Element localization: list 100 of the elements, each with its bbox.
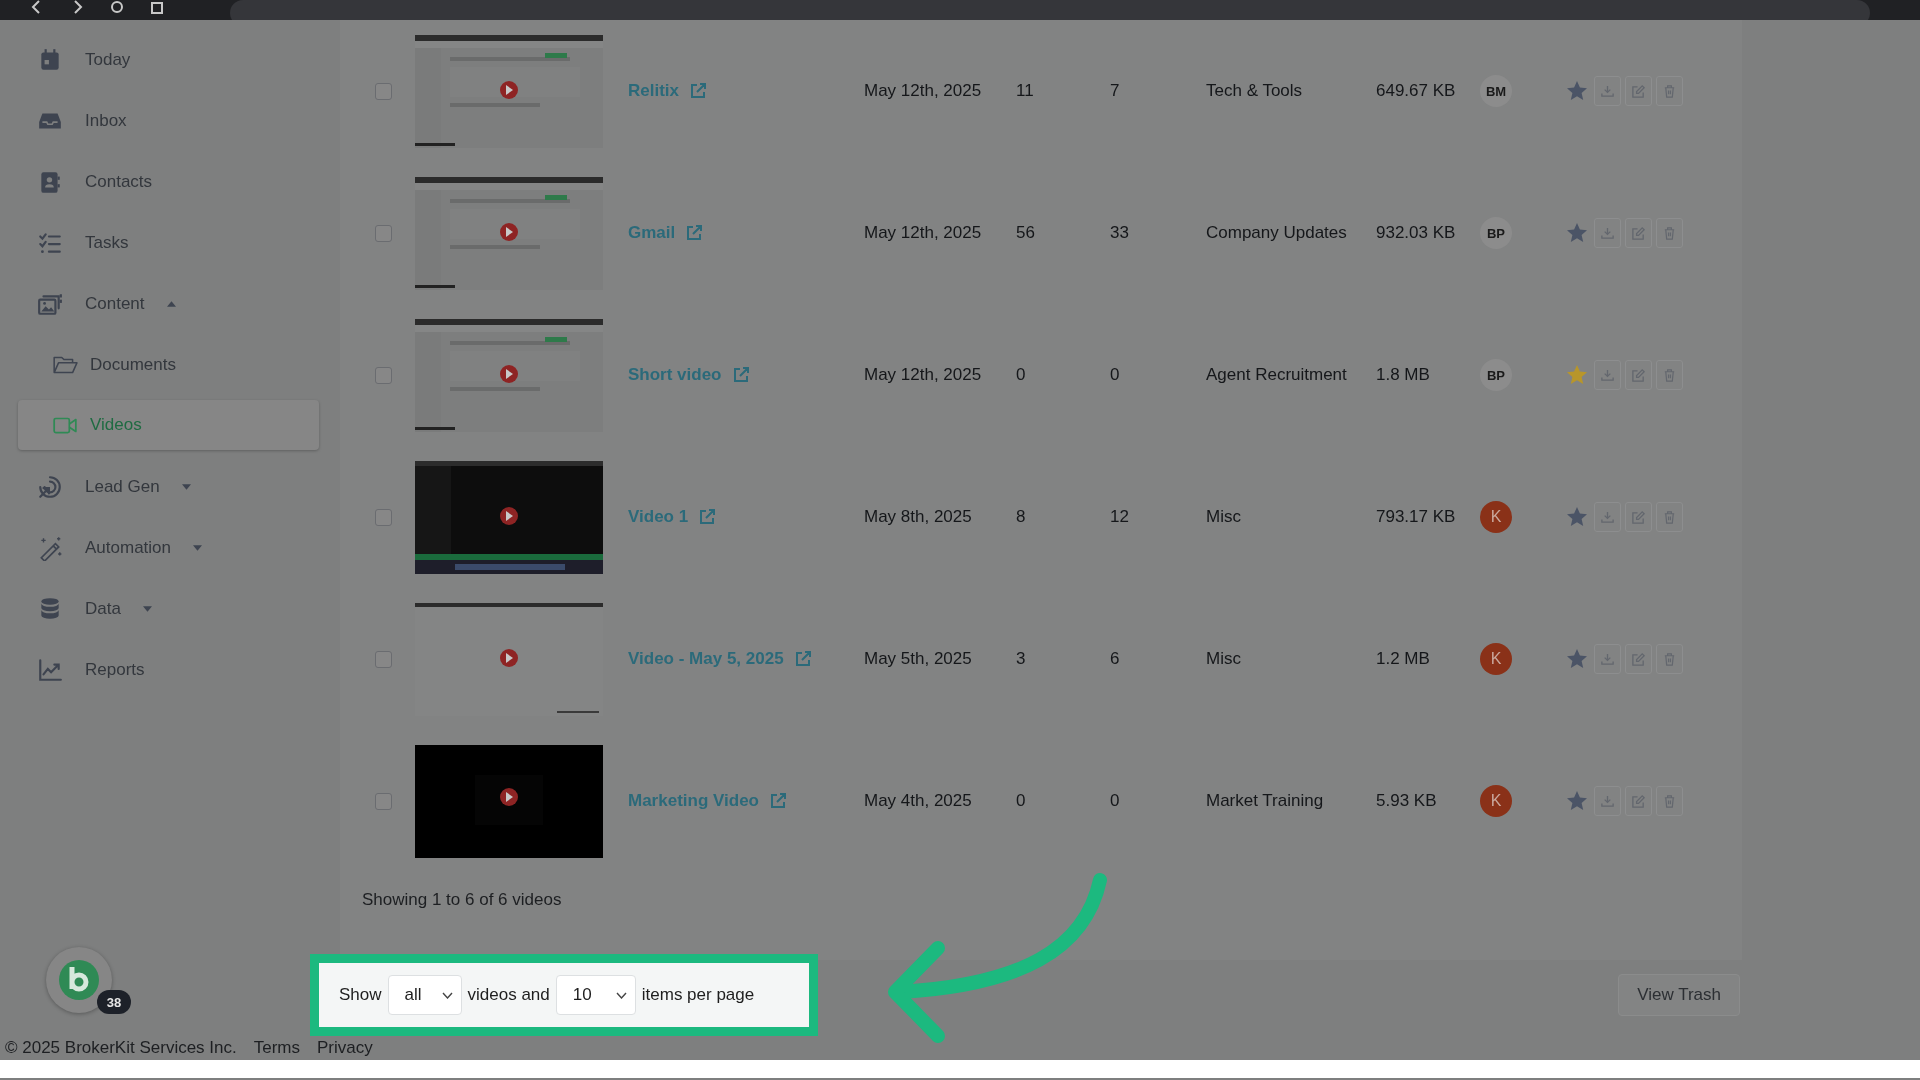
nav-item[interactable]: Videos	[18, 400, 319, 450]
count-text: 0	[1110, 791, 1120, 810]
video-title-link[interactable]: Marketing Video	[628, 791, 864, 811]
star-icon[interactable]	[1566, 506, 1588, 528]
nav-item[interactable]: Contacts	[0, 151, 340, 212]
nav-item[interactable]: Data	[0, 578, 340, 639]
video-title-link[interactable]: Relitix	[628, 81, 864, 101]
nav-item[interactable]: Today	[0, 29, 340, 90]
user-avatar: K	[1480, 501, 1512, 533]
checkbox[interactable]	[375, 792, 392, 810]
download-icon	[1600, 509, 1615, 525]
target-icon	[37, 473, 63, 500]
user-avatar: BP	[1480, 217, 1512, 249]
delete-button[interactable]	[1656, 218, 1683, 248]
results-summary: Showing 1 to 6 of 6 videos	[361, 889, 563, 910]
download-button[interactable]	[1594, 218, 1621, 248]
edit-icon	[1631, 793, 1646, 809]
star-icon[interactable]	[1566, 648, 1588, 670]
download-button[interactable]	[1594, 786, 1621, 816]
count-text: 33	[1110, 223, 1129, 242]
delete-button[interactable]	[1656, 502, 1683, 532]
category-text: Company Updates	[1206, 223, 1347, 242]
view-trash-button[interactable]: View Trash	[1618, 974, 1740, 1016]
edit-button[interactable]	[1625, 644, 1652, 674]
nav-item[interactable]: Tasks	[0, 212, 340, 273]
date-text: May 12th, 2025	[864, 223, 982, 242]
user-avatar: K	[1480, 785, 1512, 817]
external-link-icon	[689, 82, 708, 100]
nav-item[interactable]: Inbox	[0, 90, 340, 151]
user-avatar: BP	[1480, 359, 1512, 391]
file-size-text: 1.8 MB	[1376, 365, 1430, 384]
video-title-link[interactable]: Short video	[628, 365, 864, 385]
nav-item[interactable]: Content	[0, 273, 340, 334]
edit-button[interactable]	[1625, 786, 1652, 816]
count-text: 3	[1016, 649, 1026, 668]
trash-icon	[1662, 651, 1677, 667]
dropdown[interactable]: 10	[555, 975, 636, 1015]
delete-button[interactable]	[1656, 644, 1683, 674]
date-text: May 12th, 2025	[864, 81, 982, 100]
nav-item[interactable]: Reports	[0, 639, 340, 700]
address-bar[interactable]	[230, 0, 1870, 20]
footer-link[interactable]: Terms	[253, 1037, 300, 1058]
checkbox[interactable]	[375, 82, 392, 100]
star-icon[interactable]	[1566, 364, 1588, 386]
trash-icon	[1662, 225, 1677, 241]
user-avatar: BM	[1480, 75, 1512, 107]
download-button[interactable]	[1594, 502, 1621, 532]
star-icon[interactable]	[1566, 790, 1588, 812]
star-icon[interactable]	[1566, 222, 1588, 244]
trash-icon	[1662, 367, 1677, 383]
home-icon[interactable]	[150, 0, 164, 14]
checkbox[interactable]	[375, 224, 392, 242]
download-button[interactable]	[1594, 360, 1621, 390]
trash-icon	[1662, 793, 1677, 809]
file-size-text: 793.17 KB	[1376, 507, 1456, 526]
file-size-text: 1.2 MB	[1376, 649, 1430, 668]
checkbox[interactable]	[375, 650, 392, 668]
date-text: May 4th, 2025	[864, 791, 972, 810]
delete-button[interactable]	[1656, 360, 1683, 390]
category-text: Tech & Tools	[1206, 81, 1303, 100]
count-text: 7	[1110, 81, 1120, 100]
date-text: May 5th, 2025	[864, 649, 972, 668]
download-icon	[1600, 793, 1615, 809]
file-size-text: 932.03 KB	[1376, 223, 1456, 242]
edit-button[interactable]	[1625, 502, 1652, 532]
download-button[interactable]	[1594, 644, 1621, 674]
download-button[interactable]	[1594, 76, 1621, 106]
video-title-link[interactable]: Video 1	[628, 507, 864, 527]
edit-button[interactable]	[1625, 360, 1652, 390]
nav-item[interactable]: Automation	[0, 517, 340, 578]
count-text: 0	[1016, 365, 1026, 384]
external-link-icon	[698, 508, 717, 526]
video-title-link[interactable]: Gmail	[628, 223, 864, 243]
count-text: 8	[1016, 507, 1026, 526]
edit-button[interactable]	[1625, 218, 1652, 248]
category-text: Misc	[1206, 649, 1241, 668]
checkbox[interactable]	[375, 366, 392, 384]
user-avatar: K	[1480, 643, 1512, 675]
external-link-icon	[793, 650, 812, 668]
notification-badge: 38	[97, 990, 131, 1014]
edit-icon	[1631, 225, 1646, 241]
nav-item[interactable]: Lead Gen	[0, 456, 340, 517]
file-size-text: 649.67 KB	[1376, 81, 1456, 100]
edit-button[interactable]	[1625, 76, 1652, 106]
chevron-icon	[615, 991, 627, 999]
delete-button[interactable]	[1656, 76, 1683, 106]
date-text: May 8th, 2025	[864, 507, 972, 526]
delete-button[interactable]	[1656, 786, 1683, 816]
category-text: Misc	[1206, 507, 1241, 526]
download-icon	[1600, 225, 1615, 241]
nav-item[interactable]: Documents	[0, 334, 340, 395]
dropdown[interactable]: all	[387, 975, 462, 1015]
count-text: 0	[1016, 791, 1026, 810]
checkbox[interactable]	[375, 508, 392, 526]
footer-link[interactable]: Privacy	[317, 1037, 373, 1058]
star-icon[interactable]	[1566, 80, 1588, 102]
reload-icon[interactable]	[110, 0, 124, 14]
video-title-link[interactable]: Video - May 5, 2025	[628, 649, 864, 669]
category-text: Agent Recruitment	[1206, 365, 1347, 384]
line-chart-icon	[37, 656, 63, 683]
